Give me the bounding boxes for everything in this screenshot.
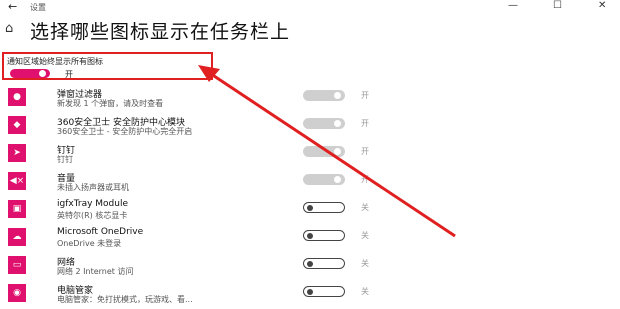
toggle-state: 开 xyxy=(361,147,369,156)
title-bar: ← 设置 — ☐ ✕ xyxy=(0,0,620,14)
app-description: 网络 2 Internet 访问 xyxy=(57,267,134,276)
app-description: OneDrive 未登录 xyxy=(57,239,122,248)
app-toggle[interactable] xyxy=(303,90,345,101)
always-show-toggle[interactable] xyxy=(10,69,50,78)
toggle-knob xyxy=(334,92,341,99)
app-toggle[interactable] xyxy=(303,174,345,185)
paper-plane-icon: ➤ xyxy=(8,144,26,162)
always-show-setting: 通知区域始终显示所有图标 开 xyxy=(2,52,213,80)
home-icon[interactable]: ⌂ xyxy=(5,21,13,36)
toggle-state: 关 xyxy=(361,231,369,240)
cloud-icon: ☁ xyxy=(8,228,26,246)
toggle-state: 关 xyxy=(361,259,369,268)
app-toggle[interactable] xyxy=(303,118,345,129)
app-name: igfxTray Module xyxy=(57,199,129,209)
toggle-knob xyxy=(334,120,341,127)
app-description: 电脑管家：免打扰模式，玩游戏、看... xyxy=(57,295,193,304)
list-item: ◉ 电脑管家 电脑管家：免打扰模式，玩游戏、看... 关 xyxy=(0,280,620,306)
toggle-knob xyxy=(334,148,341,155)
always-show-label: 通知区域始终显示所有图标 xyxy=(7,57,103,66)
toggle-state: 开 xyxy=(361,119,369,128)
list-item: ◀× 音量 未插入扬声器或耳机 开 xyxy=(0,168,620,194)
app-description: 360安全卫士 - 安全防护中心完全开启 xyxy=(57,127,193,136)
minimize-button[interactable]: — xyxy=(508,0,518,11)
toggle-state: 关 xyxy=(361,287,369,296)
always-show-state: 开 xyxy=(65,70,73,79)
close-button[interactable]: ✕ xyxy=(598,0,606,11)
shield-icon: ◆ xyxy=(8,116,26,134)
app-toggle[interactable] xyxy=(303,146,345,157)
app-toggle[interactable] xyxy=(303,230,345,241)
app-description: 未插入扬声器或耳机 xyxy=(57,183,129,192)
app-description: 钉钉 xyxy=(57,155,73,164)
toggle-state: 开 xyxy=(361,175,369,184)
app-description: 新发现 1 个弹窗，请及时查看 xyxy=(57,99,164,108)
app-description: 英特尔(R) 核芯显卡 xyxy=(57,211,128,220)
toggle-knob xyxy=(307,232,313,239)
toggle-knob xyxy=(39,70,46,77)
toggle-knob xyxy=(307,288,313,295)
list-item: ➤ 钉钉 钉钉 开 xyxy=(0,140,620,166)
back-arrow-icon[interactable]: ← xyxy=(8,0,17,13)
graphics-driver-icon: ▣ xyxy=(8,200,26,218)
app-toggle[interactable] xyxy=(303,286,345,297)
page-title: 选择哪些图标显示在任务栏上 xyxy=(30,21,291,43)
list-item: ◆ 360安全卫士 安全防护中心模块 360安全卫士 - 安全防护中心完全开启 … xyxy=(0,112,620,138)
toggle-state: 开 xyxy=(361,91,369,100)
list-item: ▣ igfxTray Module 英特尔(R) 核芯显卡 关 xyxy=(0,196,620,222)
toggle-knob xyxy=(307,204,313,211)
notification-bell-icon: ● xyxy=(8,88,26,106)
list-item: ● 弹窗过滤器 新发现 1 个弹窗，请及时查看 开 xyxy=(0,84,620,110)
maximize-button[interactable]: ☐ xyxy=(553,0,562,11)
toggle-knob xyxy=(334,176,341,183)
window-title: 设置 xyxy=(30,3,46,12)
toggle-knob xyxy=(307,260,313,267)
app-toggle[interactable] xyxy=(303,202,345,213)
toggle-state: 关 xyxy=(361,203,369,212)
list-item: ▭ 网络 网络 2 Internet 访问 关 xyxy=(0,252,620,278)
app-name: Microsoft OneDrive xyxy=(57,227,144,237)
list-item: ☁ Microsoft OneDrive OneDrive 未登录 关 xyxy=(0,224,620,250)
app-toggle[interactable] xyxy=(303,258,345,269)
speaker-muted-icon: ◀× xyxy=(8,172,26,190)
network-icon: ▭ xyxy=(8,256,26,274)
pc-manager-icon: ◉ xyxy=(8,284,26,302)
